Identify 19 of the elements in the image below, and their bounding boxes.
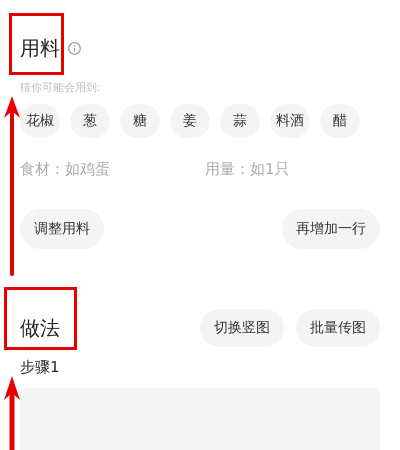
input-field[interactable]: 食材：如鸡蛋 (20, 158, 205, 180)
ingredient-chip[interactable]: 蒜 (220, 104, 260, 138)
ingredient-chip[interactable]: 姜 (170, 104, 210, 138)
input-field[interactable]: 用量：如1只 (205, 158, 390, 180)
action-button[interactable]: 再增加一行 (282, 209, 380, 249)
annotation-box (9, 13, 64, 75)
info-icon[interactable] (68, 42, 81, 54)
section-title: 做法 (20, 315, 60, 341)
ingredient-chip[interactable]: 料酒 (270, 104, 310, 138)
step-label: 步骤1 (20, 359, 61, 375)
ingredient-chip[interactable]: 葱 (70, 104, 110, 138)
ingredient-chip[interactable]: 糖 (120, 104, 160, 138)
ingredient-chip[interactable]: 花椒 (20, 104, 60, 138)
ingredient-chip[interactable]: 醋 (320, 104, 360, 138)
hint-text: 猜你可能会用到: (20, 82, 102, 94)
action-button[interactable]: 调整用料 (20, 209, 104, 249)
action-button[interactable]: 批量传图 (296, 309, 380, 347)
action-button[interactable]: 切换竖图 (200, 309, 284, 347)
section-title: 用料 (20, 35, 60, 61)
